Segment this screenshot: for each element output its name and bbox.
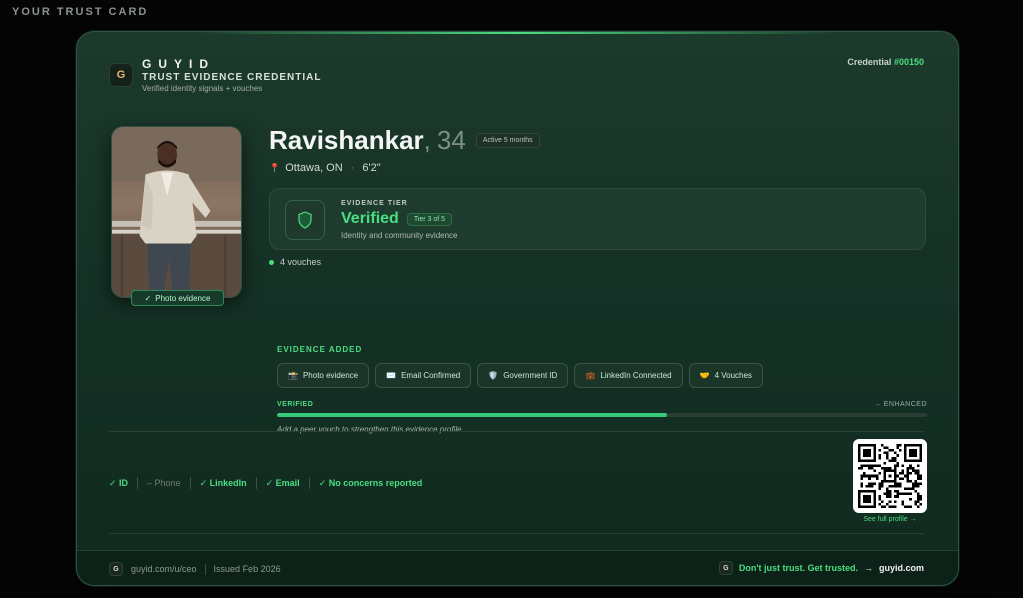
profile-name-row: Ravishankar, 34 Active 5 months <box>269 125 540 156</box>
shield-icon <box>285 200 325 240</box>
signal-phone: – Phone <box>147 478 181 488</box>
profile-qr-code[interactable] <box>853 439 927 513</box>
evidence-chip-government-id[interactable]: 🛡️ Government ID <box>477 363 569 388</box>
site-link[interactable]: guyid.com <box>879 563 924 573</box>
vouch-count-label: 4 vouches <box>280 257 322 267</box>
see-full-profile-link[interactable]: See full profile → <box>853 516 927 523</box>
arrow-right-icon: → <box>863 563 873 573</box>
divider <box>109 533 924 534</box>
active-duration-badge: Active 5 months <box>475 133 540 148</box>
evidence-chip-label: 4 Vouches <box>714 371 752 380</box>
handshake-icon: 🤝 <box>699 371 710 380</box>
photo-evidence-label: Photo evidence <box>155 293 211 303</box>
divider <box>109 431 924 432</box>
signal-id: ✓ ID <box>109 477 129 488</box>
page-heading: YOUR TRUST CARD <box>12 6 149 18</box>
evidence-chip-vouches[interactable]: 🤝 4 Vouches <box>688 363 763 388</box>
evidence-chip-label: LinkedIn Connected <box>600 371 672 380</box>
evidence-chips: 📸 Photo evidence ✉️ Email Confirmed 🛡️ G… <box>277 363 763 388</box>
footer-tagline: Don't just trust. Get trusted. <box>738 563 858 573</box>
tier-name: Verified <box>341 210 399 227</box>
tier-label: EVIDENCE TIER <box>341 200 408 207</box>
issued-date: Issued Feb 2026 <box>213 564 281 574</box>
card-top-accent-line <box>197 32 838 34</box>
signal-no-concerns: ✓ No concerns reported <box>318 477 423 488</box>
profile-age: 34 <box>436 125 466 155</box>
progress-next-tier: → ENHANCED <box>873 401 927 408</box>
guyid-logo-icon: G <box>109 562 123 576</box>
signal-email: ✓ Email <box>265 477 300 488</box>
progress-hint: Add a peer vouch to strengthen this evid… <box>277 425 462 434</box>
qr-code-icon <box>858 444 922 508</box>
shield-icon: 🛡️ <box>488 371 499 380</box>
profile-photo[interactable] <box>111 126 242 298</box>
evidence-heading: EVIDENCE ADDED <box>277 345 363 354</box>
tier-level-badge: Tier 3 of 5 <box>406 212 453 226</box>
credential-label: Credential <box>847 57 892 67</box>
brand-subtitle: TRUST EVIDENCE CREDENTIAL <box>142 72 322 83</box>
tier-description: Identity and community evidence <box>341 231 458 240</box>
profile-url[interactable]: guyid.com/u/ceo <box>131 564 197 574</box>
signal-linkedin: ✓ LinkedIn <box>199 477 247 488</box>
guyid-logo-icon: G <box>109 63 133 87</box>
tier-progress-fill <box>277 413 667 417</box>
evidence-chip-photo[interactable]: 📸 Photo evidence <box>277 363 370 388</box>
profile-location-row: 📍 Ottawa, ON · 6'2" <box>269 162 381 174</box>
evidence-tier-panel: EVIDENCE TIER Verified Tier 3 of 5 Ident… <box>269 188 926 250</box>
name-age-separator: , <box>423 125 431 155</box>
trust-card: G GUYID TRUST EVIDENCE CREDENTIAL Verifi… <box>76 31 959 586</box>
evidence-chip-email[interactable]: ✉️ Email Confirmed <box>375 363 472 388</box>
evidence-chip-label: Government ID <box>503 371 558 380</box>
evidence-chip-label: Photo evidence <box>302 371 359 380</box>
profile-photo-image <box>112 127 241 297</box>
divider <box>255 477 257 489</box>
brand-tagline: Verified identity signals + vouches <box>142 84 263 93</box>
profile-name: Ravishankar <box>269 125 424 155</box>
divider <box>308 477 310 489</box>
progress-current-tier: VERIFIED <box>277 401 314 408</box>
tier-progress-labels: VERIFIED → ENHANCED <box>277 401 927 408</box>
guyid-logo-icon: G <box>718 561 733 575</box>
evidence-chip-linkedin[interactable]: 💼 LinkedIn Connected <box>574 363 683 388</box>
briefcase-icon: 💼 <box>585 371 596 380</box>
profile-height: 6'2" <box>362 162 381 174</box>
check-icon: ✓ <box>144 293 152 303</box>
envelope-icon: ✉️ <box>386 371 397 380</box>
vouch-count: 4 vouches <box>269 257 321 267</box>
profile-location: Ottawa, ON <box>285 162 343 174</box>
camera-icon: 📸 <box>288 371 298 380</box>
evidence-chip-label: Email Confirmed <box>401 371 461 380</box>
verification-signals: ✓ ID – Phone ✓ LinkedIn ✓ Email ✓ No con… <box>109 477 422 489</box>
brand-name: GUYID <box>142 57 216 71</box>
dot-separator: · <box>350 162 355 174</box>
divider <box>137 477 139 489</box>
credential-id: #00150 <box>893 57 924 67</box>
tier-progress-bar <box>277 413 927 417</box>
divider <box>204 563 206 575</box>
pin-icon: 📍 <box>269 162 281 173</box>
credential-number: Credential #00150 <box>847 57 924 67</box>
vouch-dot-icon <box>269 259 274 265</box>
brand-block: G GUYID TRUST EVIDENCE CREDENTIAL Verifi… <box>109 57 321 93</box>
photo-evidence-badge: ✓ Photo evidence <box>131 290 224 306</box>
card-footer: G guyid.com/u/ceo Issued Feb 2026 G Don'… <box>77 550 958 585</box>
divider <box>189 477 191 489</box>
